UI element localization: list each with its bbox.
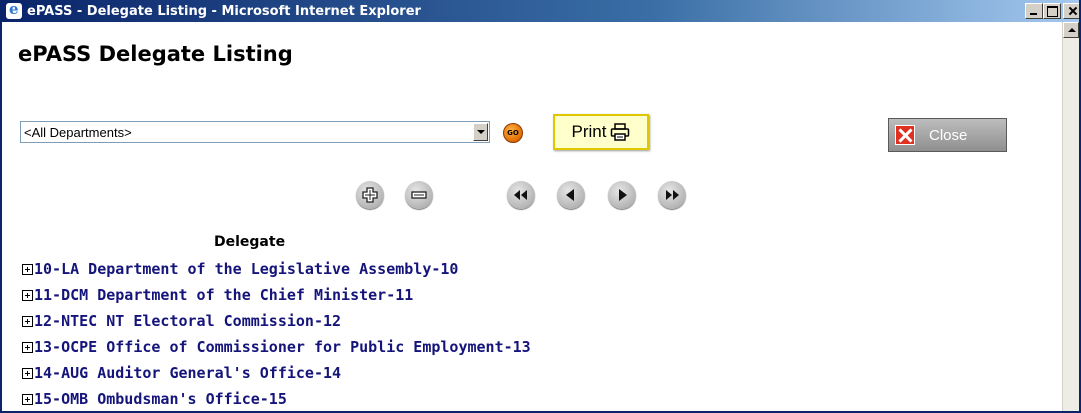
vertical-scrollbar[interactable] — [1062, 22, 1079, 411]
internet-explorer-icon — [6, 0, 22, 19]
delegate-tree: 10-LA Department of the Legislative Asse… — [22, 256, 531, 411]
last-page-icon — [666, 190, 679, 200]
tree-row[interactable]: 12-NTEC NT Electoral Commission-12 — [22, 308, 531, 334]
collapse-all-button[interactable] — [405, 181, 433, 209]
tree-row-label[interactable]: 15-OMB Ombudsman's Office-15 — [34, 390, 287, 408]
tree-row[interactable]: 14-AUG Auditor General's Office-14 — [22, 360, 531, 386]
previous-page-button[interactable] — [557, 181, 585, 209]
maximize-button[interactable] — [1043, 3, 1061, 19]
expand-plus-icon[interactable] — [22, 393, 33, 405]
department-select[interactable]: <All Departments> — [20, 121, 490, 143]
tree-row-label[interactable]: 13-OCPE Office of Commissioner for Publi… — [34, 338, 531, 356]
expand-all-button[interactable] — [356, 181, 384, 209]
window-title: ePASS - Delegate Listing - Microsoft Int… — [27, 3, 421, 19]
window-close-button[interactable] — [1063, 3, 1079, 19]
previous-page-icon — [566, 189, 574, 201]
close-button[interactable]: Close — [888, 118, 1007, 152]
next-page-icon — [619, 189, 627, 201]
expand-plus-icon[interactable] — [22, 289, 33, 301]
expand-plus-icon[interactable] — [22, 315, 33, 327]
expand-all-icon — [362, 187, 378, 203]
go-button[interactable]: GO — [503, 123, 523, 143]
printer-icon — [611, 123, 630, 141]
browser-window: ePASS - Delegate Listing - Microsoft Int… — [0, 0, 1081, 413]
delegate-column-header: Delegate — [214, 234, 286, 250]
expand-plus-icon[interactable] — [22, 367, 33, 379]
tree-row-label[interactable]: 12-NTEC NT Electoral Commission-12 — [34, 312, 341, 330]
close-icon — [895, 125, 915, 145]
collapse-all-icon — [411, 191, 427, 199]
window-controls — [1025, 3, 1079, 19]
tree-row-label[interactable]: 10-LA Department of the Legislative Asse… — [34, 260, 458, 278]
tree-row-label[interactable]: 14-AUG Auditor General's Office-14 — [34, 364, 341, 382]
minimize-button[interactable] — [1025, 3, 1043, 19]
dropdown-arrow-icon[interactable] — [473, 123, 488, 141]
tree-row[interactable]: 10-LA Department of the Legislative Asse… — [22, 256, 531, 282]
page-title: ePASS Delegate Listing — [18, 42, 293, 66]
scroll-up-arrow-icon[interactable] — [1063, 22, 1079, 38]
go-button-label: GO — [507, 129, 519, 137]
last-page-button[interactable] — [658, 181, 686, 209]
print-button-label: Print — [571, 122, 607, 141]
next-page-button[interactable] — [608, 181, 636, 209]
expand-plus-icon[interactable] — [22, 263, 33, 275]
print-button[interactable]: Print — [553, 114, 649, 150]
tree-row-label[interactable]: 11-DCM Department of the Chief Minister-… — [34, 286, 413, 304]
department-select-value: <All Departments> — [24, 124, 132, 140]
tree-row[interactable]: 15-OMB Ombudsman's Office-15 — [22, 386, 531, 411]
first-page-icon — [514, 190, 527, 200]
expand-plus-icon[interactable] — [22, 341, 33, 353]
window-titlebar[interactable]: ePASS - Delegate Listing - Microsoft Int… — [2, 0, 1079, 22]
tree-row[interactable]: 13-OCPE Office of Commissioner for Publi… — [22, 334, 531, 360]
tree-row[interactable]: 11-DCM Department of the Chief Minister-… — [22, 282, 531, 308]
close-button-label: Close — [929, 126, 968, 144]
first-page-button[interactable] — [507, 181, 535, 209]
